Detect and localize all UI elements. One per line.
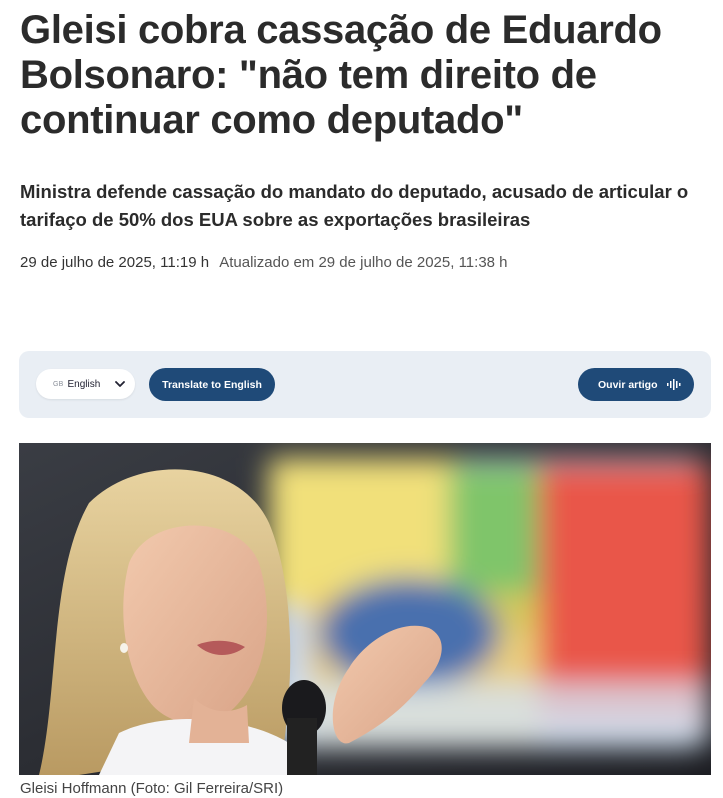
translate-button[interactable]: Translate to English <box>149 368 275 401</box>
listen-article-button[interactable]: Ouvir artigo <box>578 368 694 401</box>
flag-icon: GB <box>53 380 64 388</box>
published-date: 29 de julho de 2025, 11:19 h <box>20 254 210 271</box>
translate-button-label: Translate to English <box>162 378 262 391</box>
photo-illustration <box>19 443 711 775</box>
photo-caption: Gleisi Hoffmann (Foto: Gil Ferreira/SRI) <box>20 780 284 797</box>
audio-wave-icon <box>667 379 681 390</box>
language-select[interactable]: GB English <box>36 369 135 399</box>
language-select-value: English <box>67 378 101 390</box>
article-headline: Gleisi cobra cassação de Eduardo Bolsona… <box>20 8 662 142</box>
listen-button-label: Ouvir artigo <box>598 378 658 391</box>
article-dates: 29 de julho de 2025, 11:19 h Atualizado … <box>20 253 710 273</box>
article-photo <box>19 443 711 775</box>
article-subtitle: Ministra defende cassação do mandato do … <box>20 181 689 230</box>
article-toolbar: GB English Translate to English Ouvir ar… <box>19 351 711 418</box>
chevron-down-icon <box>115 381 125 387</box>
updated-date: Atualizado em 29 de julho de 2025, 11:38… <box>219 254 508 271</box>
